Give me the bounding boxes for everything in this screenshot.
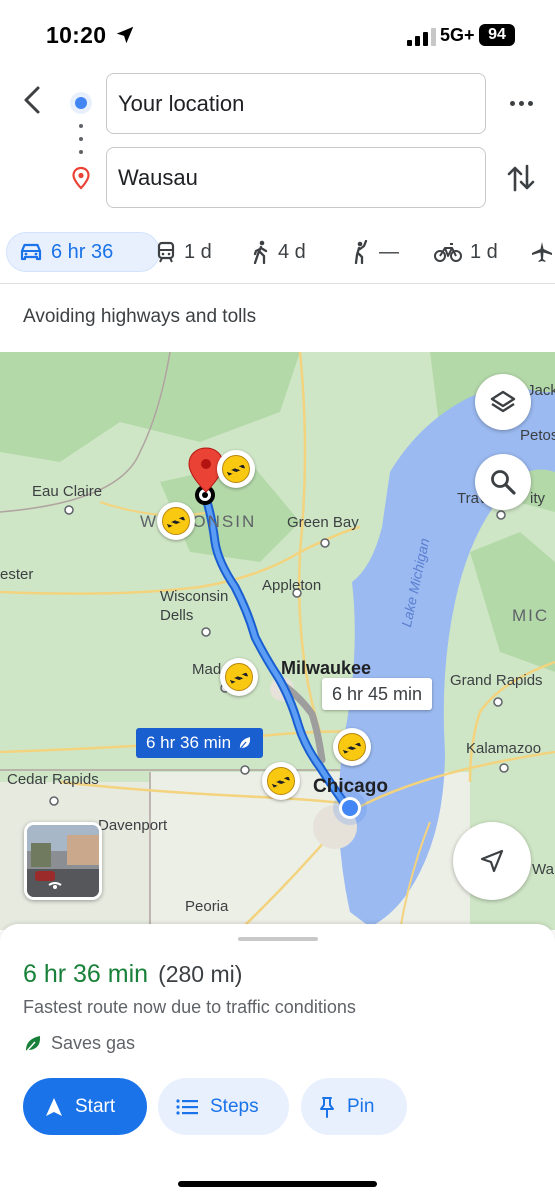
destination-pin-icon <box>72 166 90 190</box>
tab-walk-label: 4 d <box>278 240 306 263</box>
swap-directions-icon[interactable] <box>504 160 538 196</box>
list-icon <box>176 1098 198 1115</box>
map-label-eau-claire: Eau Claire <box>32 483 103 500</box>
back-arrow-icon <box>24 86 40 114</box>
map-label-davenport: Davenport <box>98 817 168 834</box>
tab-walk[interactable]: 4 d <box>252 232 306 272</box>
map-label-cedar-rapids: Cedar Rapids <box>7 771 99 788</box>
street-view-thumbnail[interactable] <box>24 822 102 900</box>
construction-icon[interactable] <box>262 762 300 800</box>
tab-flight[interactable] <box>530 232 555 272</box>
signal-icon <box>407 28 436 46</box>
hail-ride-icon <box>354 240 368 264</box>
start-navigation-button[interactable]: Start <box>23 1078 147 1135</box>
travel-mode-tabs: 6 hr 36 1 d 4 d — 1 d <box>0 226 555 278</box>
tab-drive[interactable]: 6 hr 36 <box>6 232 160 272</box>
map-label-madison: Mad <box>192 661 222 678</box>
back-button[interactable] <box>14 82 50 118</box>
search-along-route-button[interactable] <box>475 454 531 510</box>
map-label-traverse-city: ity <box>530 490 545 507</box>
recenter-button[interactable] <box>453 822 531 900</box>
start-button-label: Start <box>75 1095 116 1117</box>
bicycle-icon <box>434 243 462 262</box>
status-bar: 10:20 5G+ 94 <box>0 0 555 70</box>
map-label-petoskey: Petos <box>520 427 555 444</box>
map-layers-button[interactable] <box>475 374 531 430</box>
eco-leaf-icon <box>239 737 251 750</box>
alternate-route-time: 6 hr 45 min <box>332 683 423 704</box>
map-label-milwaukee: Milwaukee <box>281 658 372 678</box>
walking-icon <box>253 240 268 264</box>
airplane-icon <box>532 242 552 262</box>
construction-icon[interactable] <box>157 502 195 540</box>
tab-transit[interactable]: 1 d <box>156 232 212 272</box>
car-icon <box>20 243 42 261</box>
route-reason: Fastest route now due to traffic conditi… <box>23 997 356 1017</box>
tab-bike[interactable]: 1 d <box>434 232 498 272</box>
construction-icon[interactable] <box>333 728 371 766</box>
map-label-waukegan: Wa <box>532 861 554 878</box>
sheet-drag-handle[interactable] <box>238 937 318 941</box>
primary-route-callout[interactable]: 6 hr 36 min <box>136 728 264 758</box>
map-label-kalamazoo: Kalamazoo <box>466 740 542 757</box>
steps-button-label: Steps <box>210 1095 259 1117</box>
location-arrow-icon <box>116 26 134 44</box>
construction-icon[interactable] <box>220 658 258 696</box>
tabs-divider <box>0 283 555 284</box>
tab-bike-label: 1 d <box>470 240 498 263</box>
route-connector-dots <box>79 124 83 154</box>
tab-ride-hailing[interactable]: — <box>351 232 399 272</box>
route-bottom-sheet: 6 hr 36 min (280 mi) Fastest route now d… <box>0 924 555 1200</box>
route-duration: 6 hr 36 min <box>23 960 149 988</box>
tab-drive-label: 6 hr 36 <box>51 240 114 263</box>
map-label-chicago: Chicago <box>313 776 388 797</box>
navigation-icon <box>46 1097 62 1116</box>
eco-friendly-label: Saves gas <box>23 1033 135 1054</box>
home-indicator <box>178 1181 377 1187</box>
network-type: 5G+ <box>440 25 475 45</box>
pin-button[interactable]: Pin <box>301 1078 407 1135</box>
map-label-jackson: Jack <box>527 382 555 399</box>
train-icon <box>157 241 175 263</box>
map-label-green-bay: Green Bay <box>287 514 359 531</box>
steps-button[interactable]: Steps <box>158 1078 289 1135</box>
map-label-wisconsin-dells: Wisconsin Dells <box>160 588 229 624</box>
map-label-rochester: ester <box>0 566 34 583</box>
route-options-note[interactable]: Avoiding highways and tolls <box>23 306 256 328</box>
tab-ride-label: — <box>379 240 399 263</box>
more-options-button[interactable] <box>503 88 539 118</box>
map-label-grand-rapids: Grand Rapids <box>450 672 543 689</box>
leaf-icon <box>25 1035 41 1053</box>
search-icon <box>491 470 516 495</box>
destination-input[interactable]: Wausau <box>106 147 486 208</box>
navigation-arrow-icon <box>480 849 504 873</box>
map-label-appleton: Appleton <box>262 577 322 594</box>
pin-button-label: Pin <box>347 1095 375 1117</box>
status-time: 10:20 <box>46 22 107 48</box>
map-label-michigan: MIC <box>512 606 550 625</box>
construction-icon[interactable] <box>217 450 255 488</box>
route-distance: (280 mi) <box>158 961 243 987</box>
origin-dot-icon <box>70 92 92 114</box>
primary-route-time: 6 hr 36 min <box>146 733 232 752</box>
alternate-route-callout[interactable]: 6 hr 45 min <box>322 678 433 710</box>
street-view-image <box>27 825 99 897</box>
map-label-peoria: Peoria <box>185 898 229 915</box>
battery-level: 94 <box>479 24 515 46</box>
tab-transit-label: 1 d <box>184 240 212 263</box>
route-summary: 6 hr 36 min (280 mi) <box>23 960 242 989</box>
origin-input[interactable]: Your location <box>106 73 486 134</box>
pushpin-icon <box>320 1096 334 1118</box>
layers-icon <box>490 390 516 413</box>
eco-label-text: Saves gas <box>51 1033 136 1053</box>
